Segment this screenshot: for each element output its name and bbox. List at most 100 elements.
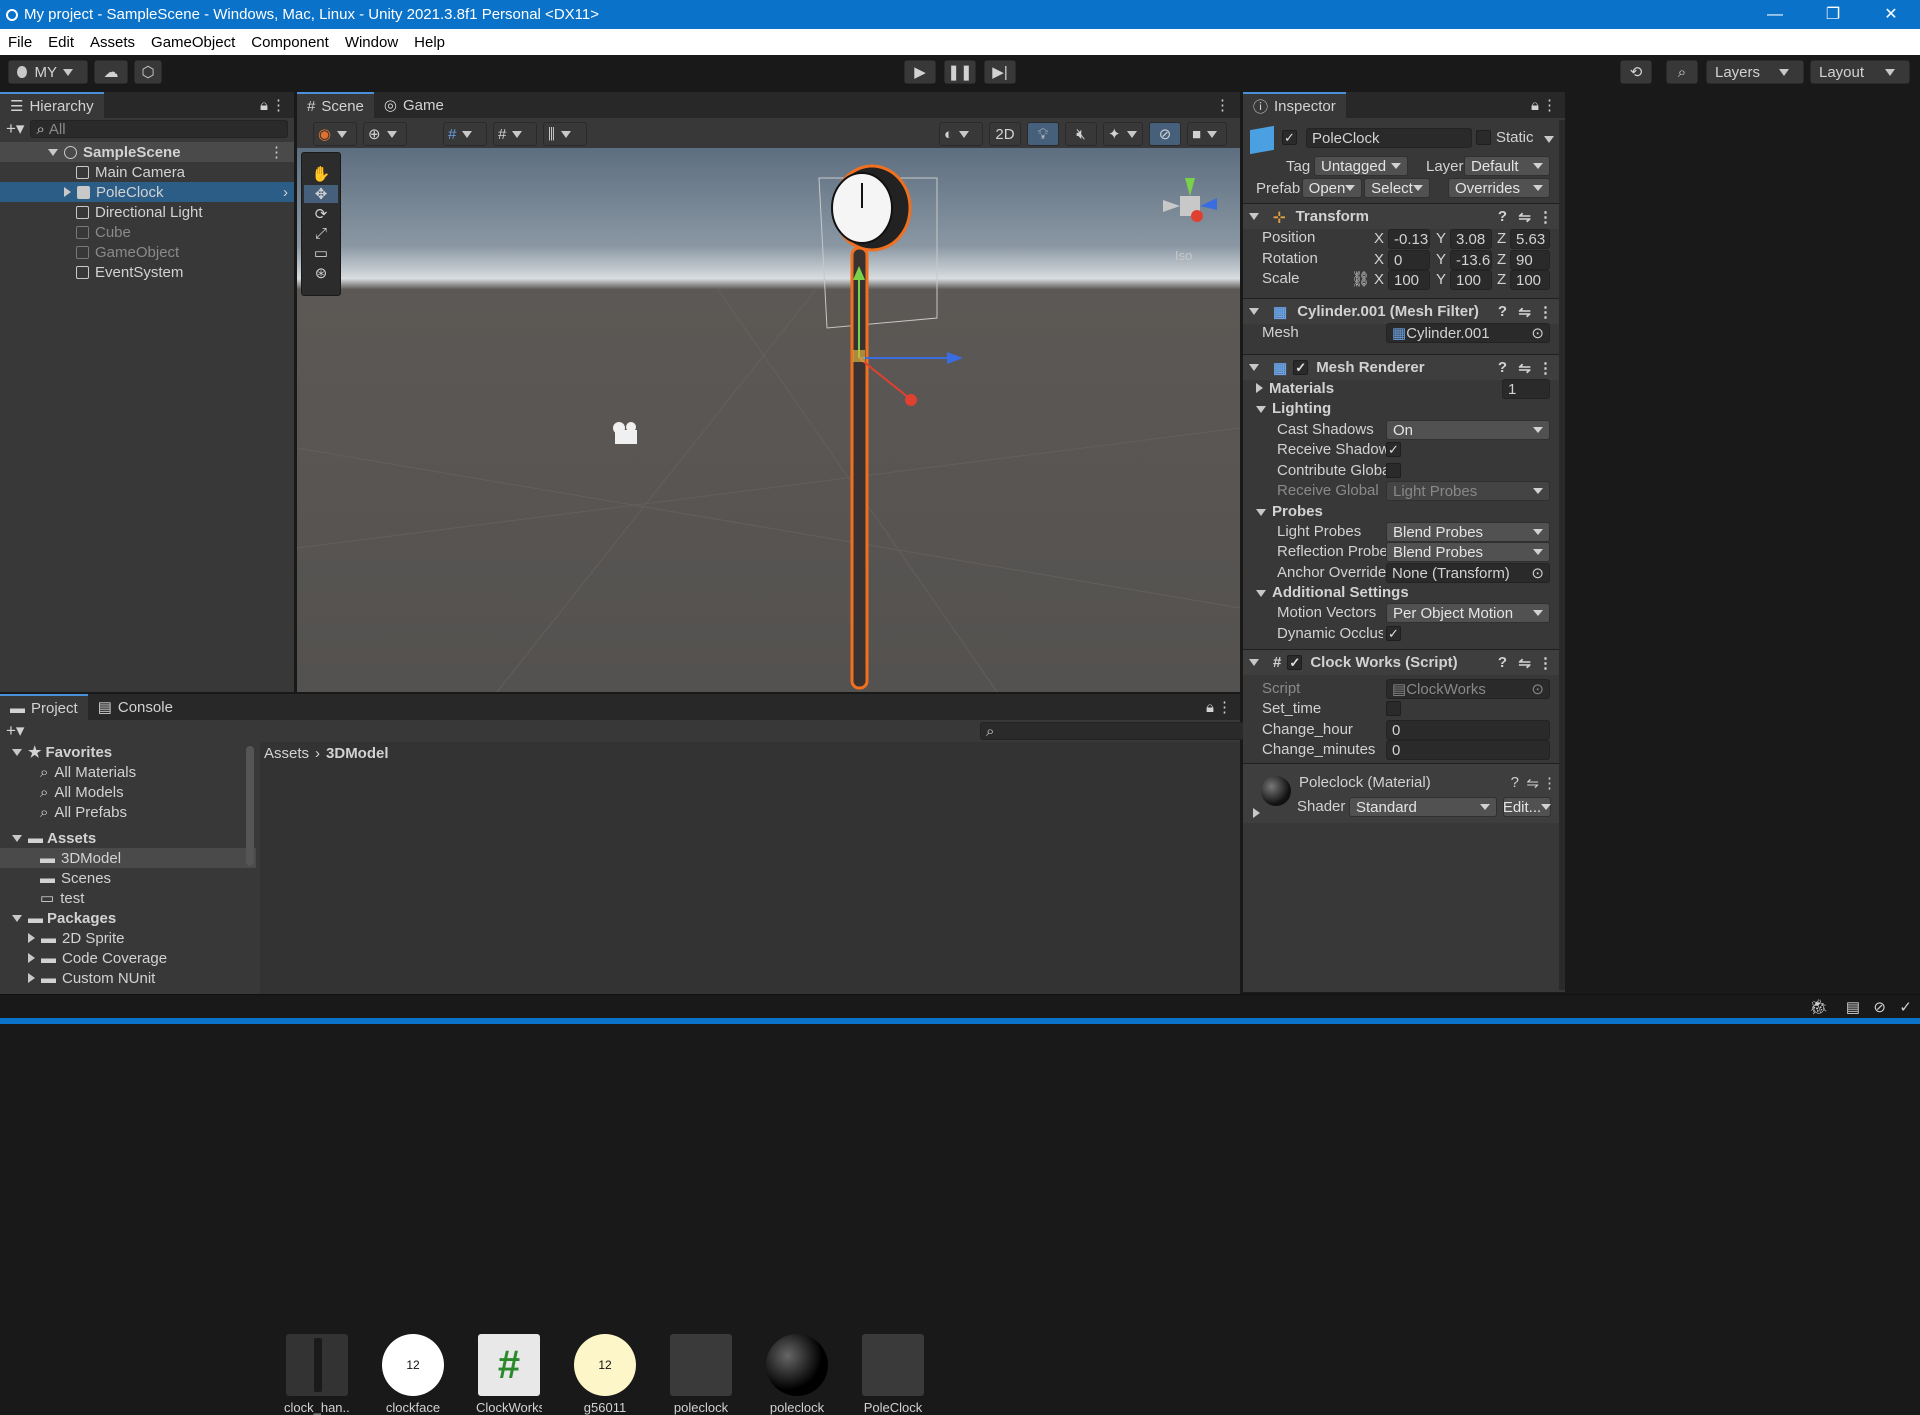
package-custom-nunit[interactable]: ▬ Custom NUnit: [0, 968, 256, 988]
orientation-gizmo[interactable]: [1163, 178, 1217, 222]
tab-console[interactable]: ▤ Console: [88, 694, 183, 720]
clockworks-enabled-checkbox[interactable]: ✓: [1287, 655, 1303, 670]
folder-scenes[interactable]: ▬ Scenes: [0, 868, 256, 888]
history-button[interactable]: ⟲: [1620, 60, 1652, 84]
packages-row[interactable]: ▬ Packages: [0, 908, 256, 928]
static-checkbox[interactable]: [1476, 130, 1491, 145]
scene-row[interactable]: SampleScene ⋮: [0, 142, 294, 162]
asset-g56011[interactable]: 12 g56011: [572, 1334, 638, 1415]
close-button[interactable]: ✕: [1862, 0, 1920, 29]
reflection-probes-dropdown[interactable]: Blend Probes: [1386, 542, 1550, 562]
prefab-open-button[interactable]: Open: [1302, 178, 1362, 198]
fav-all-materials[interactable]: ⌕ All Materials: [0, 762, 256, 782]
draw-mode-button[interactable]: ◉: [313, 122, 357, 146]
asset-poleclock-model[interactable]: poleclock: [668, 1334, 734, 1415]
additional-settings-foldout[interactable]: Additional Settings: [1250, 584, 1409, 601]
search-button[interactable]: ⌕: [1666, 60, 1698, 84]
lighting-foldout[interactable]: Lighting: [1250, 400, 1331, 417]
position-z-input[interactable]: 5.63: [1510, 229, 1550, 249]
lighting-toggle[interactable]: 💡︎: [1027, 122, 1059, 146]
transform-header[interactable]: ⊹ Transform ? ⇋ ⋮: [1243, 203, 1565, 229]
assets-row[interactable]: ▬ Assets: [0, 828, 256, 848]
menu-component[interactable]: Component: [243, 34, 337, 51]
asset-clockface[interactable]: 12 clockface: [380, 1334, 446, 1415]
mesh-filter-header[interactable]: ▦ Cylinder.001 (Mesh Filter) ? ⇋ ⋮: [1243, 298, 1565, 324]
help-icon[interactable]: ?: [1511, 774, 1519, 791]
rotation-x-input[interactable]: 0: [1388, 250, 1430, 270]
light-probes-dropdown[interactable]: Blend Probes: [1386, 522, 1550, 542]
toggle-2d-button[interactable]: 2D: [989, 122, 1021, 146]
preset-icon[interactable]: ⇋: [1518, 303, 1531, 321]
active-checkbox[interactable]: ✓: [1282, 130, 1297, 145]
menu-help[interactable]: Help: [406, 34, 453, 51]
hand-tool-icon[interactable]: ✋: [312, 165, 331, 183]
scale-z-input[interactable]: 100: [1510, 270, 1550, 290]
object-name-input[interactable]: PoleClock: [1306, 128, 1472, 148]
hierarchy-item-main-camera[interactable]: Main Camera: [0, 162, 294, 182]
camera-gizmo-icon[interactable]: [613, 422, 637, 444]
package-2d-sprite[interactable]: ▬ 2D Sprite: [0, 928, 256, 948]
tab-scene[interactable]: # Scene: [297, 92, 374, 118]
lock-icon[interactable]: 🔒︎: [1531, 97, 1539, 114]
constrain-proportions-icon[interactable]: ⛓︎: [1351, 270, 1370, 288]
grid-snap-button[interactable]: #: [443, 122, 487, 146]
hierarchy-item-cube[interactable]: Cube: [0, 222, 294, 242]
mesh-renderer-enabled-checkbox[interactable]: ✓: [1293, 360, 1309, 375]
camera-settings-button[interactable]: ■: [1187, 122, 1227, 146]
package-code-coverage[interactable]: ▬ Code Coverage: [0, 948, 256, 968]
mesh-renderer-header[interactable]: ▦ ✓ Mesh Renderer ? ⇋ ⋮: [1243, 354, 1565, 380]
asset-poleclock-prefab[interactable]: PoleClock: [860, 1334, 926, 1415]
favorites-row[interactable]: ★ Favorites: [0, 742, 256, 762]
layer-dropdown[interactable]: Default: [1464, 156, 1550, 176]
play-button[interactable]: ▶: [904, 60, 936, 84]
audio-toggle[interactable]: 🔇︎: [1065, 122, 1097, 146]
prefab-select-button[interactable]: Select: [1364, 178, 1430, 198]
scale-x-input[interactable]: 100: [1388, 270, 1430, 290]
cache-icon[interactable]: ▤: [1846, 998, 1860, 1016]
preset-icon[interactable]: ⇋: [1518, 208, 1531, 226]
target-icon[interactable]: ⊙: [1531, 564, 1544, 582]
scale-tool-icon[interactable]: ⤢: [315, 225, 327, 242]
help-icon[interactable]: ?: [1498, 359, 1507, 376]
help-icon[interactable]: ?: [1498, 303, 1507, 320]
more-icon[interactable]: ⋮: [1538, 359, 1553, 377]
move-tool-icon[interactable]: ✥: [304, 185, 338, 203]
step-button[interactable]: ▶|: [984, 60, 1016, 84]
asset-clockworks-script[interactable]: # ClockWorks: [476, 1334, 542, 1415]
help-icon[interactable]: ?: [1498, 654, 1507, 671]
chevron-down-icon[interactable]: [1544, 136, 1554, 143]
ruler-button[interactable]: ⫼: [543, 122, 587, 146]
render-mode-button[interactable]: ◐: [939, 122, 983, 146]
rect-tool-icon[interactable]: ▭: [314, 244, 328, 262]
more-icon[interactable]: ⋮: [1542, 774, 1557, 792]
debug-icon[interactable]: 🐞︎: [1809, 998, 1828, 1016]
more-icon[interactable]: ⋮: [269, 143, 284, 161]
change-minutes-input[interactable]: 0: [1386, 740, 1550, 760]
preset-icon[interactable]: ⇋: [1518, 359, 1531, 377]
tree-scrollbar[interactable]: [246, 746, 254, 866]
inspector-scrollbar[interactable]: [1559, 120, 1565, 990]
shader-edit-button[interactable]: Edit...: [1503, 797, 1551, 817]
expand-icon[interactable]: [1253, 808, 1260, 818]
menu-window[interactable]: Window: [337, 34, 406, 51]
more-icon[interactable]: ⋮: [1217, 698, 1232, 716]
hierarchy-search-input[interactable]: ⌕ All: [30, 120, 288, 138]
menu-edit[interactable]: Edit: [40, 34, 82, 51]
asset-poleclock-material[interactable]: poleclock: [764, 1334, 830, 1415]
mesh-object-field[interactable]: ▦Cylinder.001 ⊙: [1386, 323, 1550, 343]
more-icon[interactable]: ⋮: [1215, 96, 1230, 114]
fav-all-prefabs[interactable]: ⌕ All Prefabs: [0, 802, 256, 822]
pause-button[interactable]: ❚❚: [944, 60, 976, 84]
effects-toggle[interactable]: ✦: [1103, 122, 1143, 146]
probes-foldout[interactable]: Probes: [1250, 503, 1323, 520]
clockworks-header[interactable]: # ✓ Clock Works (Script) ? ⇋ ⋮: [1243, 649, 1565, 675]
hierarchy-item-gameobject[interactable]: GameObject: [0, 242, 294, 262]
tag-dropdown[interactable]: Untagged: [1314, 156, 1408, 176]
lock-icon[interactable]: 🔒︎: [260, 97, 268, 114]
cloud-button[interactable]: ☁: [94, 60, 128, 84]
tab-inspector[interactable]: ⓘ Inspector: [1243, 92, 1346, 118]
change-hour-input[interactable]: 0: [1386, 720, 1550, 740]
position-x-input[interactable]: -0.13: [1388, 229, 1430, 249]
target-icon[interactable]: ⊙: [1531, 324, 1544, 342]
account-dropdown[interactable]: MY: [8, 60, 88, 84]
